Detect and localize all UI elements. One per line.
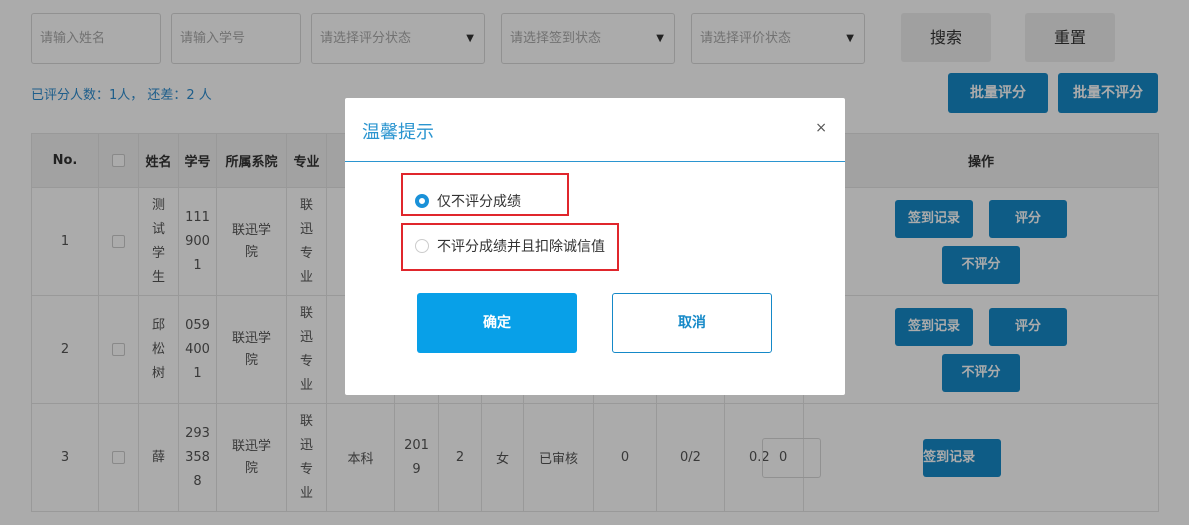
close-icon[interactable]: × (815, 120, 827, 136)
radio-unselected-icon[interactable] (415, 239, 429, 253)
radio-selected-icon[interactable] (415, 194, 429, 208)
option-only-noscore-label: 仅不评分成绩 (437, 194, 521, 210)
tip-dialog: 温馨提示 × 仅不评分成绩 不评分成绩并且扣除诚信值 确定 取消 (345, 98, 845, 395)
option-noscore-deduct-label: 不评分成绩并且扣除诚信值 (437, 239, 605, 255)
cancel-button[interactable]: 取消 (612, 293, 772, 353)
confirm-button[interactable]: 确定 (417, 293, 577, 353)
dialog-title: 温馨提示 (362, 122, 434, 143)
option-noscore-deduct[interactable]: 不评分成绩并且扣除诚信值 (415, 236, 605, 256)
dialog-divider (345, 161, 845, 162)
option-only-noscore[interactable]: 仅不评分成绩 (415, 191, 521, 211)
